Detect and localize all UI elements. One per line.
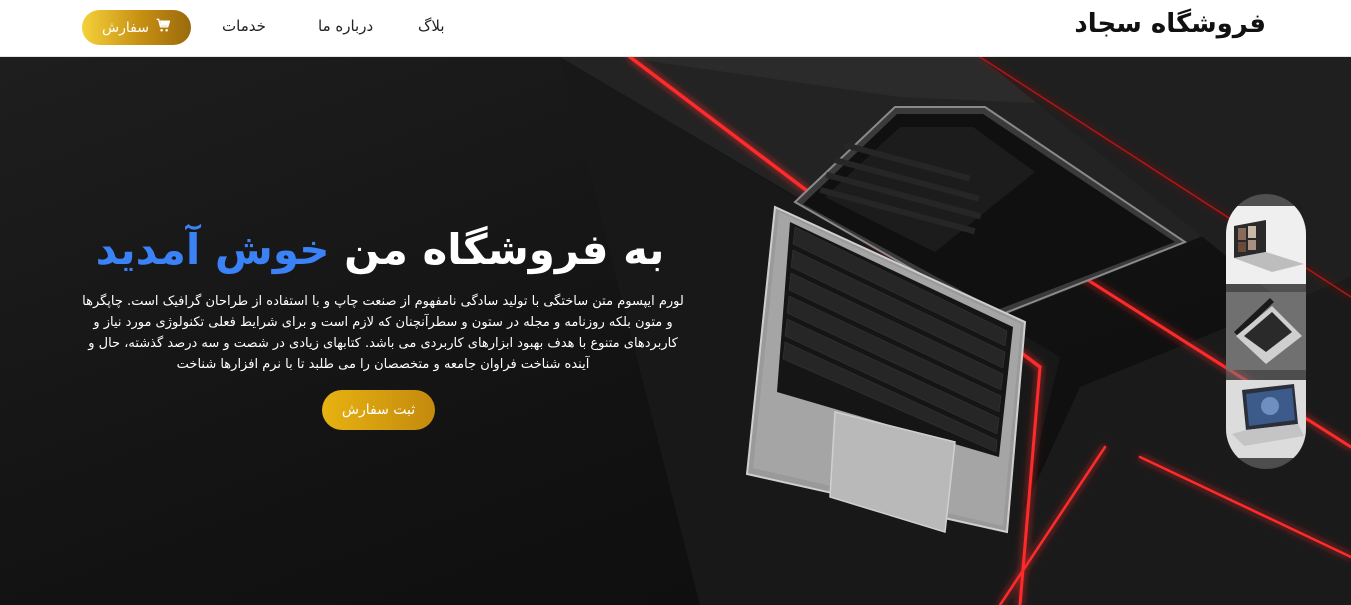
nav-link-about[interactable]: درباره ما [318,17,373,35]
laptop-image [745,106,1188,534]
nav-link-blog[interactable]: بلاگ [418,17,445,35]
hero-section: به فروشگاه من خوش آمدید لورم ایپسوم متن … [0,57,1351,605]
order-button-label: سفارش [102,19,149,36]
thumbnail-strip [1226,194,1306,469]
nav-link-services[interactable]: خدمات [222,17,266,35]
order-button[interactable]: سفارش [82,10,191,45]
submit-order-button[interactable]: ثبت سفارش [322,390,435,430]
thumbnail-laptop-1[interactable] [1226,206,1306,284]
hero-title: به فروشگاه من خوش آمدید [70,225,690,274]
thumbnail-laptop-3[interactable] [1226,380,1306,458]
cart-icon [156,18,171,37]
thumbnail-laptop-2[interactable] [1226,292,1306,370]
hero-title-main: به فروشگاه من [344,225,665,274]
hero-title-accent: خوش آمدید [95,225,330,274]
hero-description: لورم ایپسوم متن ساختگی با تولید سادگی نا… [82,294,684,372]
brand-logo[interactable]: فروشگاه سجاد [1074,9,1266,39]
site-header: فروشگاه سجاد بلاگ درباره ما خدمات سفارش [0,0,1351,57]
